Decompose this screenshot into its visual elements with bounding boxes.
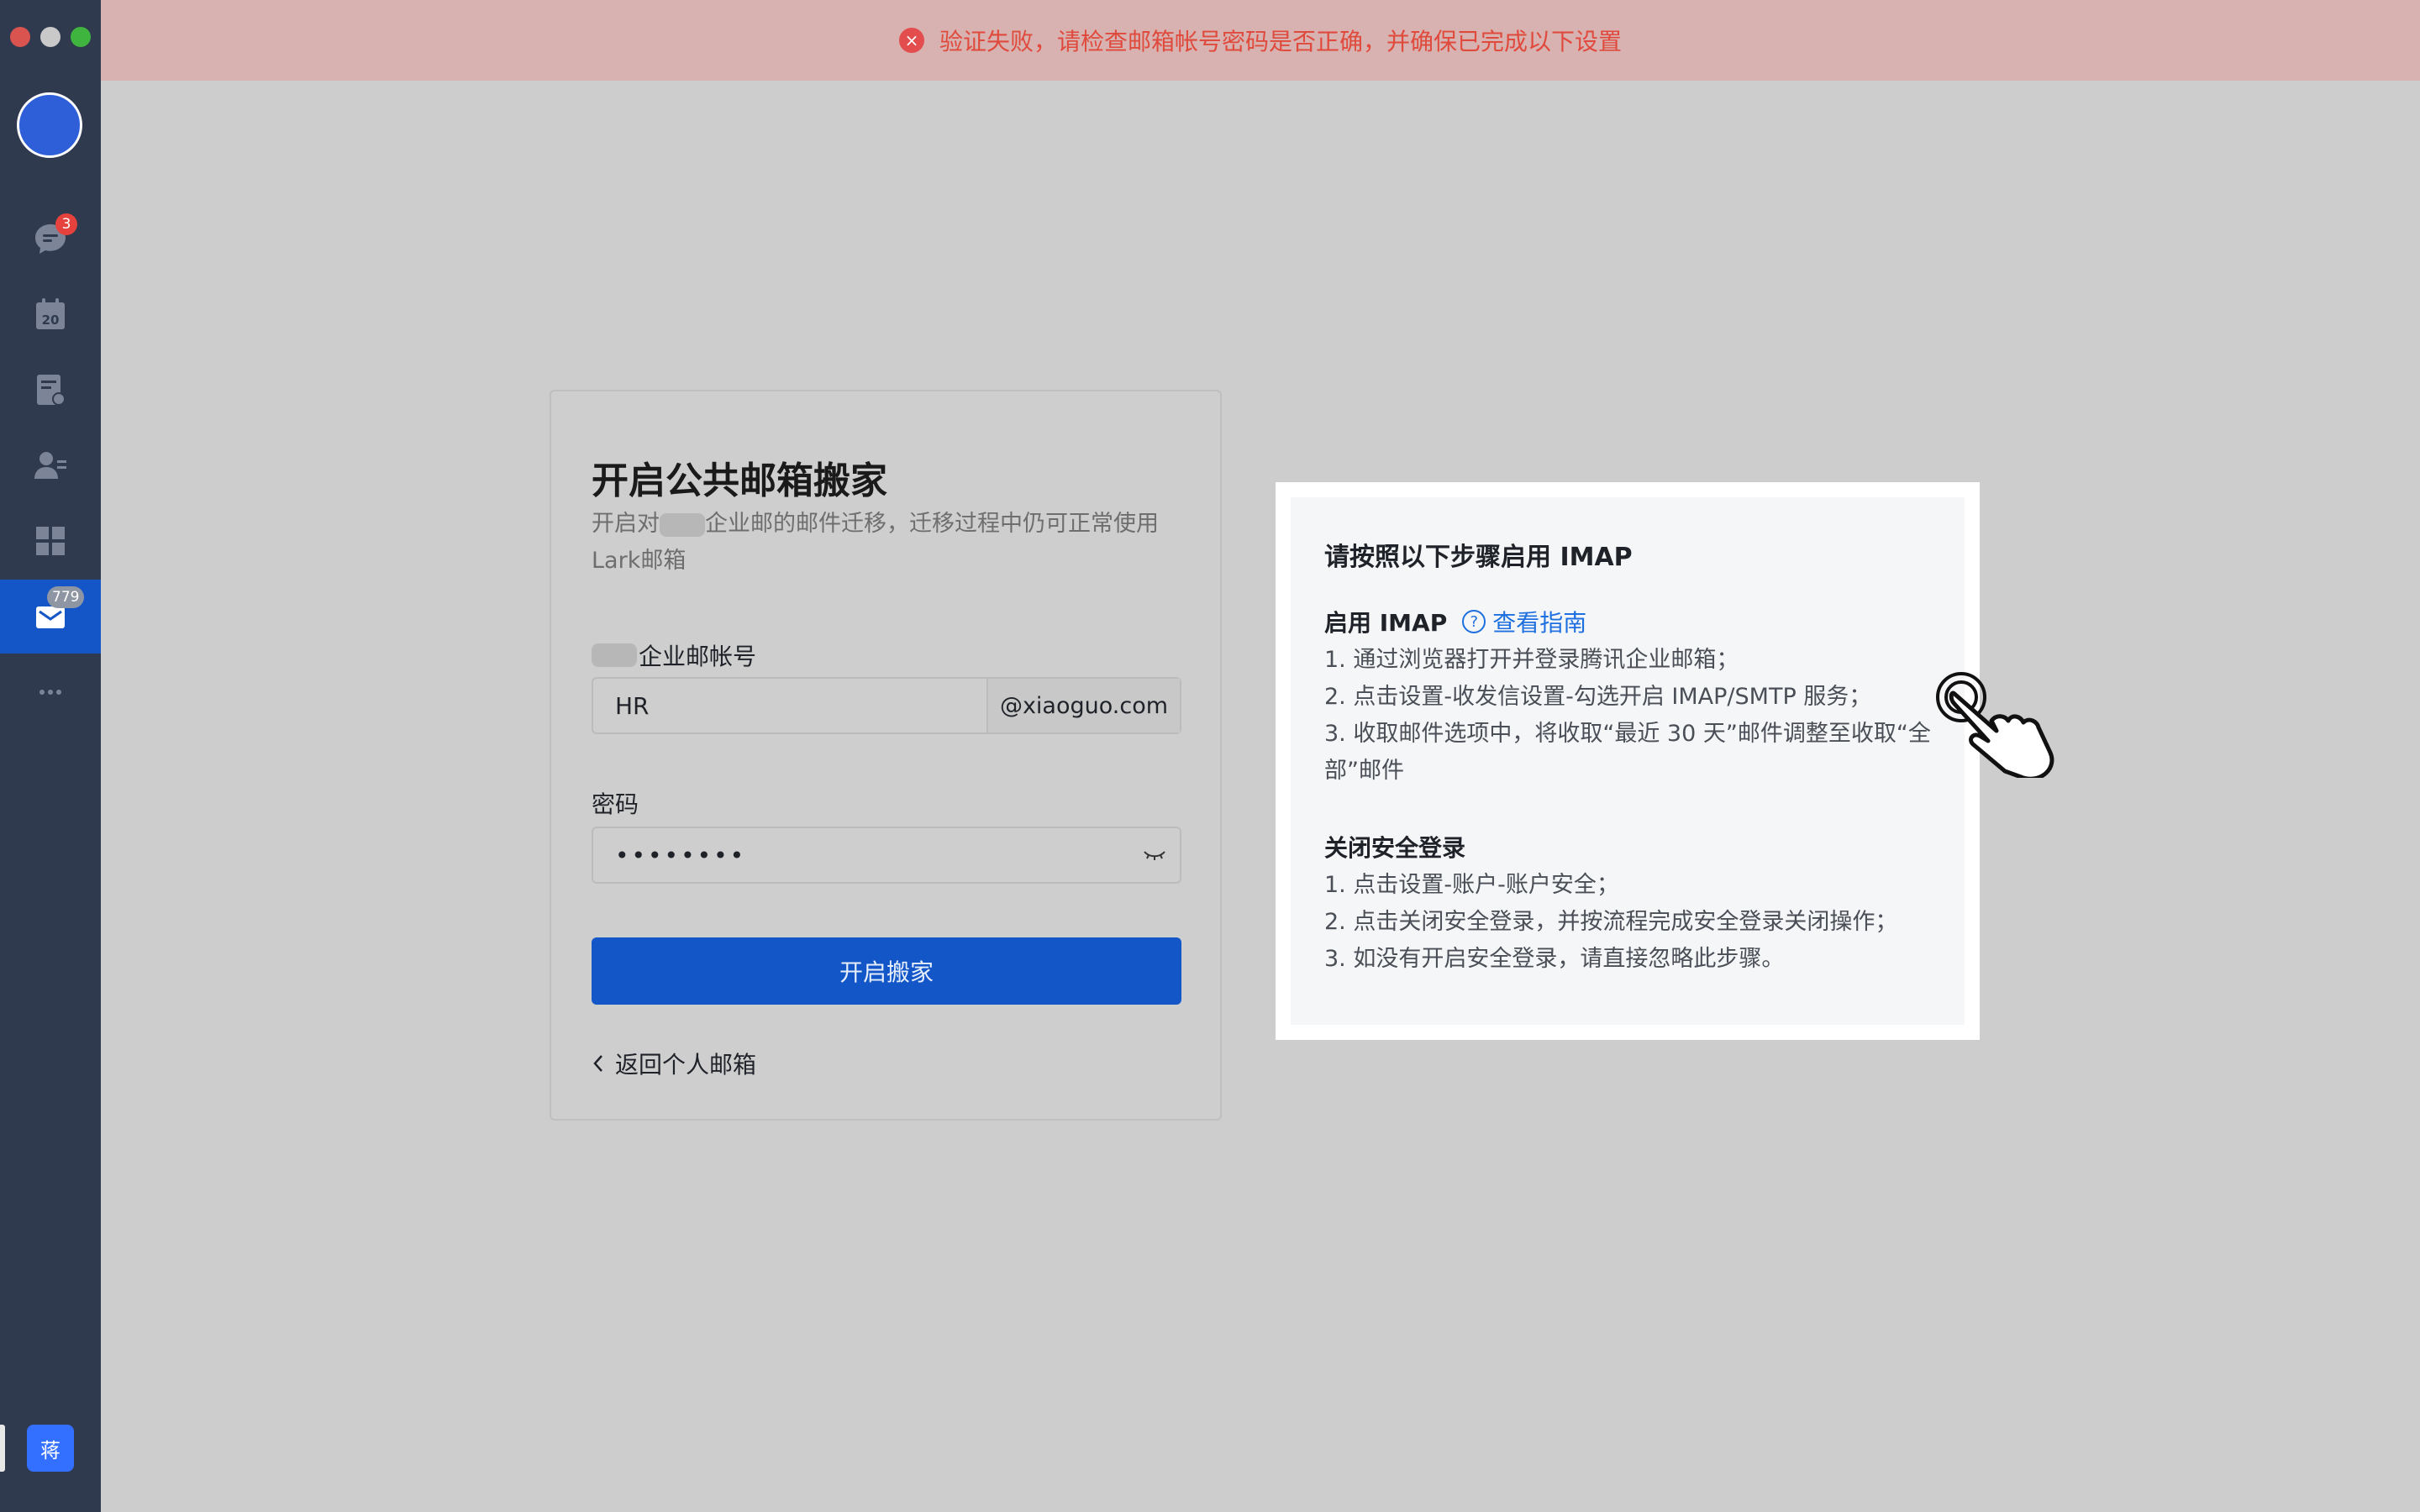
account-input[interactable]: HR <box>593 679 986 732</box>
account-label: 企业邮帐号 <box>592 638 756 672</box>
eye-closed-icon[interactable] <box>1129 847 1180 864</box>
help-title: 请按照以下步骤启用 IMAP <box>1324 543 1633 572</box>
security-step: 2. 点击关闭安全登录，并按流程完成安全登录关闭操作； <box>1324 909 1898 935</box>
start-migration-button[interactable]: 开启搬家 <box>592 937 1181 1005</box>
redacted-text <box>592 643 637 667</box>
profile-avatar[interactable] <box>17 92 82 158</box>
password-field[interactable]: •••••••• <box>592 827 1181 884</box>
sidebar-item-contacts[interactable] <box>0 428 101 502</box>
left-edge-tab <box>0 1425 5 1472</box>
account-label-text: 企业邮帐号 <box>639 643 757 670</box>
error-message: 验证失败，请检查邮箱帐号密码是否正确，并确保已完成以下设置 <box>939 28 1622 55</box>
view-guide-link[interactable]: ? 查看指南 <box>1462 605 1586 638</box>
user-chip[interactable]: 蒋 <box>27 1425 74 1472</box>
sidebar-item-workplace[interactable] <box>0 504 101 578</box>
sidebar-item-docs[interactable] <box>0 353 101 427</box>
password-input[interactable]: •••••••• <box>593 842 1129 869</box>
help-icon: ? <box>1462 610 1486 633</box>
subtitle-prefix: 开启对 <box>592 511 660 537</box>
calendar-icon: 20 <box>36 298 65 329</box>
contacts-icon <box>34 452 66 479</box>
imap-section-heading: 启用 IMAP ? 查看指南 <box>1324 605 1586 638</box>
window-zoom-button[interactable] <box>71 27 91 47</box>
view-guide-label: 查看指南 <box>1492 609 1587 637</box>
sidebar-item-mail[interactable]: 779 <box>0 580 101 654</box>
back-link-label: 返回个人邮箱 <box>615 1051 757 1079</box>
imap-help-panel: 请按照以下步骤启用 IMAP 启用 IMAP ? 查看指南 1. 通过浏览器打开… <box>1276 482 1980 1040</box>
apps-grid-icon <box>36 527 65 555</box>
calendar-date: 20 <box>42 312 60 328</box>
account-domain: @xiaoguo.com <box>986 679 1180 732</box>
account-field[interactable]: HR @xiaoguo.com <box>592 677 1181 734</box>
more-icon <box>39 690 61 695</box>
page-title: 开启公共邮箱搬家 <box>592 459 887 502</box>
security-section-heading: 关闭安全登录 <box>1324 834 1466 862</box>
imap-step: 1. 通过浏览器打开并登录腾讯企业邮箱； <box>1324 647 1739 673</box>
sidebar-item-messages[interactable]: 3 <box>0 202 101 276</box>
imap-heading-text: 启用 IMAP <box>1324 609 1448 637</box>
doc-edit-icon <box>37 375 66 406</box>
error-banner: × 验证失败，请检查邮箱帐号密码是否正确，并确保已完成以下设置 <box>101 0 2420 81</box>
window-minimize-button[interactable] <box>40 27 60 47</box>
sidebar-item-more[interactable] <box>0 655 101 729</box>
back-to-personal-mail-link[interactable]: 返回个人邮箱 <box>592 1047 756 1080</box>
messages-badge: 3 <box>55 213 77 235</box>
sidebar-item-calendar[interactable]: 20 <box>0 277 101 351</box>
security-step: 1. 点击设置-账户-账户安全； <box>1324 872 1619 898</box>
chevron-left-icon <box>593 1055 602 1072</box>
error-icon: × <box>898 28 924 53</box>
tap-hand-icon <box>1936 672 2054 778</box>
password-label: 密码 <box>592 790 639 818</box>
redacted-text <box>660 512 705 537</box>
security-step: 3. 如没有开启安全登录，请直接忽略此步骤。 <box>1324 946 1785 972</box>
window-close-button[interactable] <box>10 27 30 47</box>
imap-step: 2. 点击设置-收发信设置-勾选开启 IMAP/SMTP 服务； <box>1324 684 1872 710</box>
page-subtitle: 开启对 企业邮的邮件迁移，迁移过程中仍可正常使用Lark邮箱 <box>592 506 1190 580</box>
imap-step: 3. 收取邮件选项中，将收取“最近 30 天”邮件调整至收取“全部”邮件 <box>1324 721 1931 784</box>
sidebar: 3 20 779 蒋 <box>0 0 101 1512</box>
mail-badge: 779 <box>47 586 85 608</box>
migration-card: 开启公共邮箱搬家 开启对 企业邮的邮件迁移，迁移过程中仍可正常使用Lark邮箱 企… <box>550 390 1222 1121</box>
